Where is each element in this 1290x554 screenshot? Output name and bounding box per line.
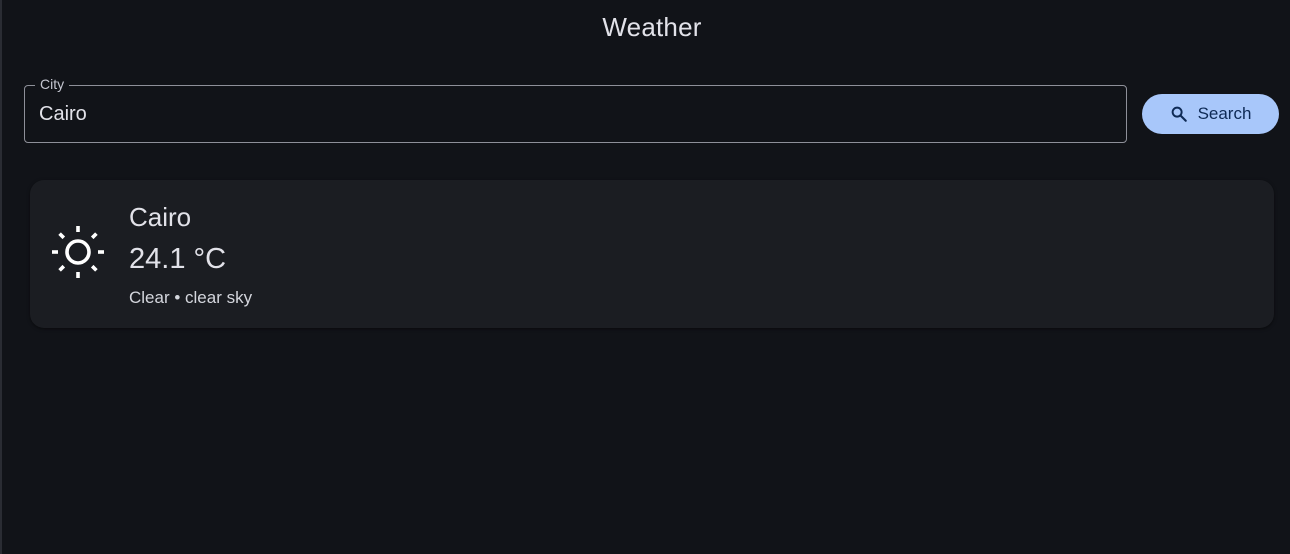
search-button-label: Search bbox=[1197, 104, 1252, 123]
weather-card: Cairo 24.1 °C Clear • clear sky bbox=[30, 180, 1274, 328]
search-button[interactable]: Search bbox=[1142, 94, 1279, 134]
temperature: 24.1 °C bbox=[129, 243, 227, 275]
weather-app: Weather City Search bbox=[0, 0, 1290, 554]
city-field-label: City bbox=[35, 76, 70, 92]
city-field[interactable]: City bbox=[24, 76, 1127, 143]
search-icon bbox=[1170, 105, 1188, 123]
sun-icon bbox=[48, 222, 108, 282]
weather-description: Clear • clear sky bbox=[129, 288, 253, 307]
page-title: Weather bbox=[602, 12, 702, 42]
city-name: Cairo bbox=[129, 202, 192, 232]
city-input[interactable] bbox=[39, 100, 1099, 128]
